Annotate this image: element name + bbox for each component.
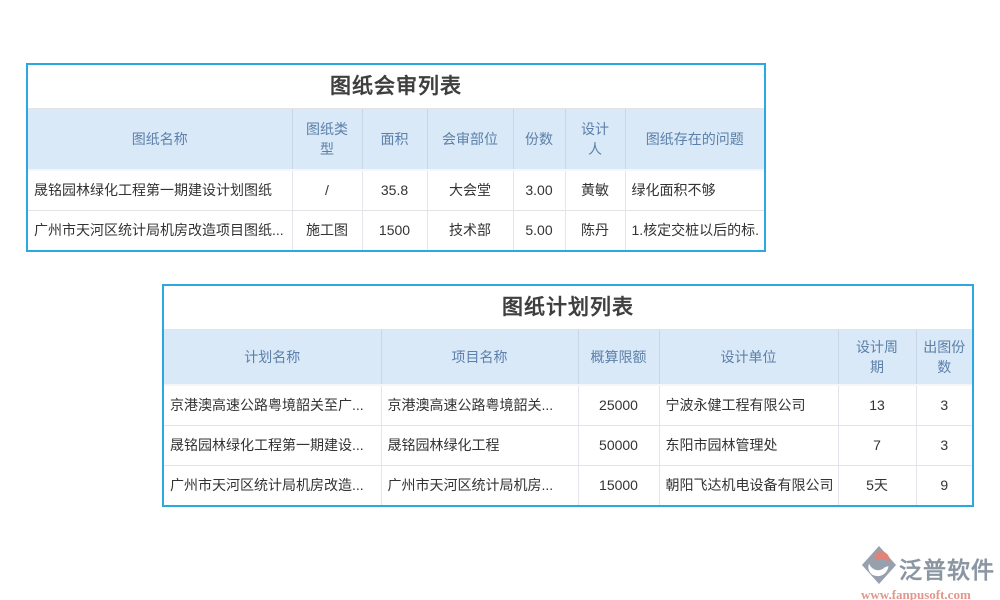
project-name-link[interactable]: 广州市天河区统计局机房... <box>381 465 578 505</box>
plan-name-link[interactable]: 广州市天河区统计局机房改造... <box>164 465 381 505</box>
col-header-design-unit: 设计单位 <box>659 330 838 385</box>
review-table-panel: 图纸会审列表 图纸名称 图纸类 型 面积 会审部位 份数 设计 人 图纸存在的问… <box>26 63 766 252</box>
design-cycle-cell: 13 <box>838 385 916 425</box>
area-cell: 35.8 <box>362 170 427 210</box>
col-header-designer: 设计 人 <box>565 109 625 170</box>
table-row: 广州市天河区统计局机房改造... 广州市天河区统计局机房... 15000 朝阳… <box>164 465 972 505</box>
drawing-name-link[interactable]: 广州市天河区统计局机房改造项目图纸... <box>28 210 292 250</box>
design-unit-link[interactable]: 朝阳飞达机电设备有限公司 <box>659 465 838 505</box>
project-name-link[interactable]: 京港澳高速公路粤境韶关... <box>381 385 578 425</box>
design-unit-link[interactable]: 宁波永健工程有限公司 <box>659 385 838 425</box>
design-unit-link[interactable]: 东阳市园林管理处 <box>659 425 838 465</box>
col-header-plan-name: 计划名称 <box>164 330 381 385</box>
col-header-copies: 份数 <box>513 109 565 170</box>
budget-cell: 25000 <box>578 385 659 425</box>
review-header-row: 图纸名称 图纸类 型 面积 会审部位 份数 设计 人 图纸存在的问题 <box>28 109 764 170</box>
page: 图纸会审列表 图纸名称 图纸类 型 面积 会审部位 份数 设计 人 图纸存在的问… <box>0 0 1000 600</box>
issues-cell: 绿化面积不够 <box>625 170 764 210</box>
review-dept-cell: 大会堂 <box>427 170 513 210</box>
brand-url[interactable]: www.fanpusoft.com <box>861 587 993 600</box>
col-header-project-name: 项目名称 <box>381 330 578 385</box>
print-copies-cell: 3 <box>916 385 972 425</box>
drawing-type-cell: 施工图 <box>292 210 362 250</box>
drawing-name-link[interactable]: 晟铭园林绿化工程第一期建设计划图纸 <box>28 170 292 210</box>
review-table-title: 图纸会审列表 <box>28 65 764 109</box>
col-header-drawing-type: 图纸类 型 <box>292 109 362 170</box>
table-row: 京港澳高速公路粤境韶关至广... 京港澳高速公路粤境韶关... 25000 宁波… <box>164 385 972 425</box>
print-copies-cell: 3 <box>916 425 972 465</box>
col-header-budget-limit: 概算限额 <box>578 330 659 385</box>
issues-cell: 1.核定交桩以后的标. <box>625 210 764 250</box>
col-header-drawing-name: 图纸名称 <box>28 109 292 170</box>
copies-cell: 3.00 <box>513 170 565 210</box>
plan-table: 计划名称 项目名称 概算限额 设计单位 设计周 期 出图份 数 京港澳高速公路粤… <box>164 330 972 505</box>
col-header-review-dept: 会审部位 <box>427 109 513 170</box>
design-cycle-cell: 5天 <box>838 465 916 505</box>
review-dept-cell: 技术部 <box>427 210 513 250</box>
col-header-issues: 图纸存在的问题 <box>625 109 764 170</box>
budget-cell: 50000 <box>578 425 659 465</box>
designer-cell: 陈丹 <box>565 210 625 250</box>
budget-cell: 15000 <box>578 465 659 505</box>
fanpu-brand-top: 泛普软件 <box>861 545 993 590</box>
table-row: 晟铭园林绿化工程第一期建设计划图纸 / 35.8 大会堂 3.00 黄敏 绿化面… <box>28 170 764 210</box>
plan-name-link[interactable]: 京港澳高速公路粤境韶关至广... <box>164 385 381 425</box>
project-name-link[interactable]: 晟铭园林绿化工程 <box>381 425 578 465</box>
col-header-print-copies: 出图份 数 <box>916 330 972 385</box>
fanpu-logo-icon <box>861 545 897 590</box>
brand-name: 泛普软件 <box>899 551 995 585</box>
area-cell: 1500 <box>362 210 427 250</box>
plan-name-link[interactable]: 晟铭园林绿化工程第一期建设... <box>164 425 381 465</box>
plan-header-row: 计划名称 项目名称 概算限额 设计单位 设计周 期 出图份 数 <box>164 330 972 385</box>
table-row: 广州市天河区统计局机房改造项目图纸... 施工图 1500 技术部 5.00 陈… <box>28 210 764 250</box>
design-cycle-cell: 7 <box>838 425 916 465</box>
fanpu-brand: 泛普软件 www.fanpusoft.com <box>861 545 993 600</box>
col-header-design-cycle: 设计周 期 <box>838 330 916 385</box>
plan-table-panel: 图纸计划列表 计划名称 项目名称 概算限额 设计单位 设计周 期 出图份 数 京… <box>162 284 974 507</box>
plan-table-title: 图纸计划列表 <box>164 286 972 330</box>
table-row: 晟铭园林绿化工程第一期建设... 晟铭园林绿化工程 50000 东阳市园林管理处… <box>164 425 972 465</box>
copies-cell: 5.00 <box>513 210 565 250</box>
drawing-type-cell: / <box>292 170 362 210</box>
review-table: 图纸名称 图纸类 型 面积 会审部位 份数 设计 人 图纸存在的问题 晟铭园林绿… <box>28 109 764 250</box>
print-copies-cell: 9 <box>916 465 972 505</box>
col-header-area: 面积 <box>362 109 427 170</box>
designer-cell: 黄敏 <box>565 170 625 210</box>
